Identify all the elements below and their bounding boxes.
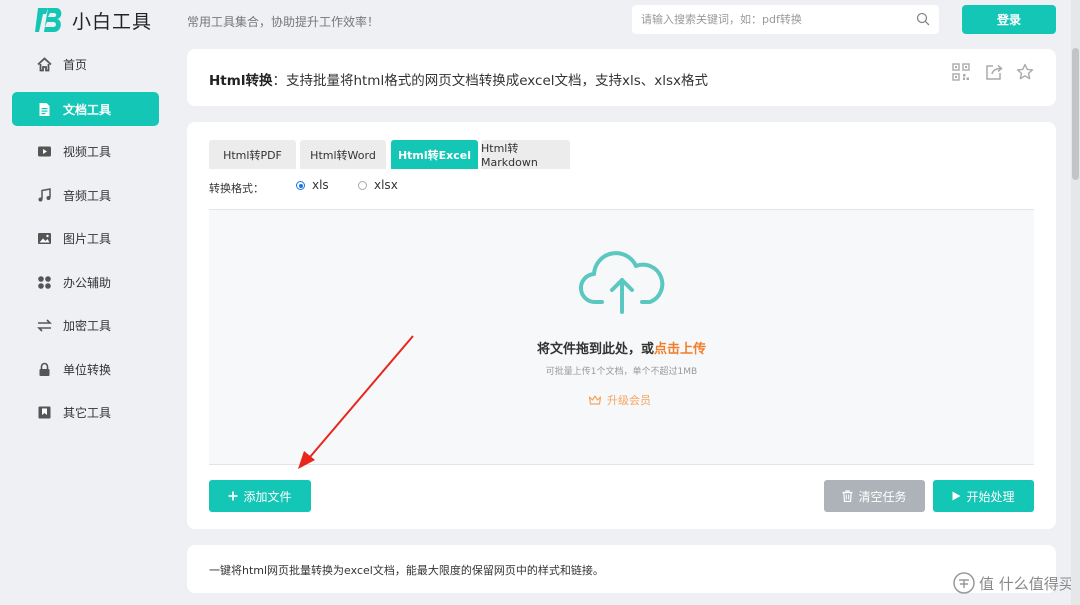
- watermark: 值 什么值得买: [953, 572, 1074, 594]
- watermark-text: 值 什么值得买: [979, 574, 1074, 593]
- description-text: 一键将html网页批量转换为excel文档，能最大限度的保留网页中的样式和链接。: [209, 564, 604, 577]
- annotation-arrow: [298, 335, 414, 469]
- watermark-logo-icon: [953, 572, 975, 594]
- scrollbar-thumb[interactable]: [1072, 48, 1079, 180]
